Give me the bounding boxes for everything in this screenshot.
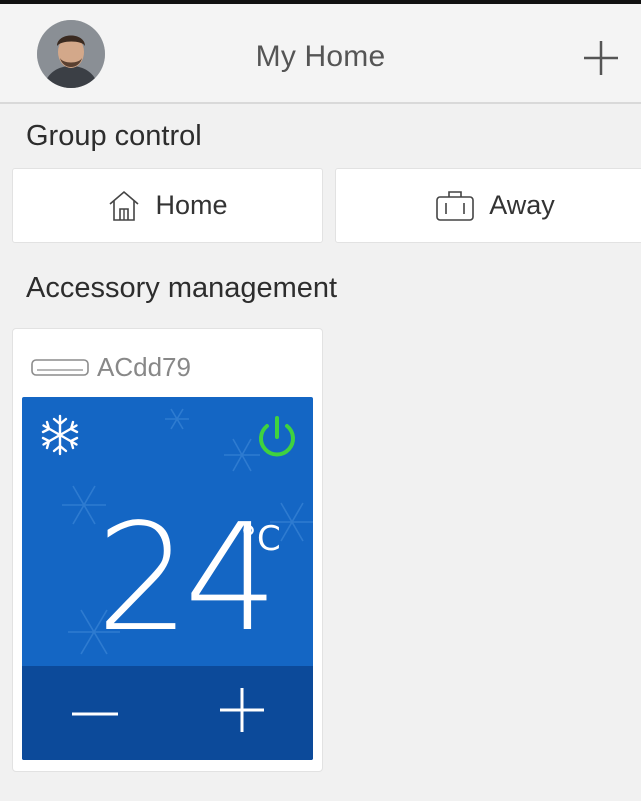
app-header: My Home bbox=[0, 4, 641, 104]
device-header: ACdd79 bbox=[31, 352, 191, 383]
ac-control-panel: 24 °C bbox=[22, 397, 313, 760]
page-title: My Home bbox=[255, 40, 386, 73]
plus-icon bbox=[584, 41, 618, 75]
temperature-controls bbox=[22, 666, 313, 760]
plus-icon bbox=[220, 688, 264, 732]
air-conditioner-icon bbox=[31, 358, 89, 376]
power-icon[interactable] bbox=[255, 415, 299, 461]
suitcase-icon bbox=[436, 190, 475, 221]
snowflake-icon[interactable] bbox=[38, 413, 82, 457]
minus-icon bbox=[72, 712, 118, 716]
away-mode-label: Away bbox=[489, 190, 555, 220]
device-card[interactable]: ACdd79 24 °C bbox=[12, 328, 323, 772]
decrease-temperature-button[interactable] bbox=[70, 692, 120, 736]
device-name: ACdd79 bbox=[97, 352, 191, 382]
away-mode-button[interactable]: Away bbox=[335, 168, 641, 243]
accessory-management-title: Accessory management bbox=[26, 272, 338, 304]
increase-temperature-button[interactable] bbox=[218, 686, 266, 734]
add-button[interactable] bbox=[581, 38, 621, 78]
home-mode-button[interactable]: Home bbox=[12, 168, 323, 243]
temperature-unit: °C bbox=[240, 519, 281, 559]
home-mode-label: Home bbox=[155, 190, 228, 220]
home-icon bbox=[109, 190, 140, 221]
group-control-title: Group control bbox=[26, 120, 202, 152]
